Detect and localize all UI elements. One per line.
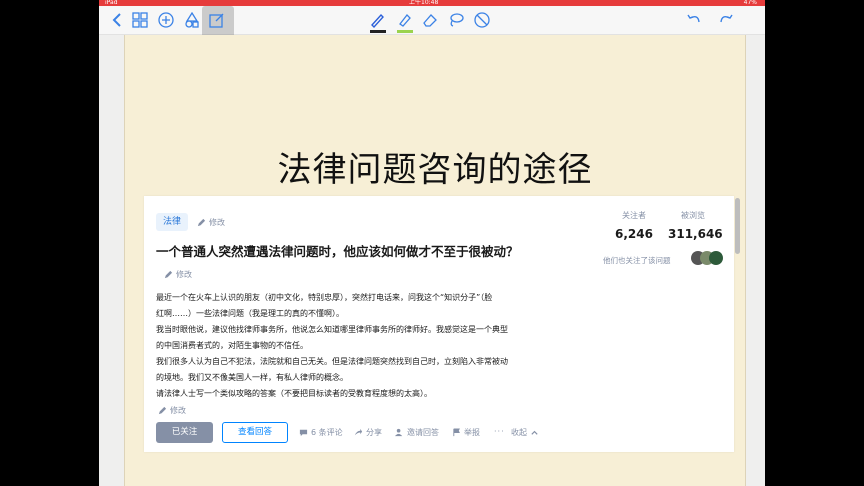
comments-label: 6 条评论	[311, 428, 343, 437]
comment-icon	[299, 429, 308, 437]
report-label: 举报	[464, 428, 480, 437]
share-label: 分享	[366, 428, 382, 437]
page-title: 法律问题咨询的途径	[277, 150, 593, 190]
avatar[interactable]	[709, 251, 723, 265]
lasso-icon[interactable]	[446, 10, 466, 30]
add-icon[interactable]	[156, 10, 176, 30]
description-line: 的中国消费者式的，对陌生事物的不信任。	[156, 341, 308, 350]
highlighter-icon[interactable]	[394, 10, 414, 33]
scrollbar[interactable]	[735, 198, 740, 254]
redo-icon[interactable]	[716, 10, 736, 30]
pencil-icon	[158, 406, 167, 415]
followers-label: 关注者	[622, 211, 646, 220]
description-line: 的境地。我们又不像美国人一样，有私人律师的概念。	[156, 373, 348, 382]
edit-icon[interactable]	[207, 10, 227, 30]
pencil-icon	[164, 270, 173, 279]
views-label: 被浏览	[681, 211, 705, 220]
followers-stat: 关注者 6,246	[611, 210, 657, 241]
description-line: 请法律人士写一个类似攻略的答案（不要把目标读者的受教育程度想的太高）。	[156, 389, 432, 398]
shapes-icon[interactable]	[182, 10, 202, 30]
report-button[interactable]: 举报	[452, 427, 480, 438]
collapse-button[interactable]: 收起	[511, 427, 539, 438]
description-line: 最近一个在火车上认识的朋友（初中文化，特别忠厚），突然打电话来，问我这个“知识分…	[156, 293, 493, 302]
collapse-label: 收起	[511, 428, 527, 437]
edit-label: 修改	[170, 406, 186, 415]
description-line: 红啊……）一些法律问题（我是理工的真的不懂啊）。	[156, 309, 344, 318]
edit-label: 修改	[209, 218, 225, 227]
question-description: 最近一个在火车上认识的朋友（初中文化，特别忠厚），突然打电话来，问我这个“知识分…	[156, 290, 566, 402]
ipad-screen: iPad 上午10:48 47% 法律问题咨询的途径 法律 修改 关注者 6,2…	[99, 0, 765, 486]
topic-tag[interactable]: 法律	[156, 213, 189, 231]
follow-button[interactable]: 已关注	[156, 422, 213, 443]
comments-button[interactable]: 6 条评论	[299, 427, 343, 438]
notes-toolbar	[99, 6, 765, 40]
pencil-icon	[197, 218, 206, 227]
more-icon[interactable]: ···	[494, 427, 505, 436]
views-stat: 被浏览 311,646	[668, 210, 723, 241]
description-line: 我们很多人认为自己不犯法，法院就和自己无关。但是法律问题突然找到自己时，立刻陷入…	[156, 357, 508, 366]
edit-description-link[interactable]: 修改	[158, 405, 186, 416]
grid-icon[interactable]	[130, 10, 150, 30]
question-title[interactable]: 一个普通人突然遭遇法律问题时，他应该如何做才不至于很被动？	[156, 241, 596, 260]
followed-note[interactable]: 他们也关注了该问题	[603, 255, 671, 266]
description-line: 我当时眼他说，建议他找律师事务所，他说怎么知道哪里律师事务所的律师好。我感觉这是…	[156, 325, 508, 334]
chevron-up-icon	[531, 430, 538, 435]
views-count: 311,646	[668, 227, 723, 241]
edit-label: 修改	[176, 270, 192, 279]
edit-question-link[interactable]: 修改	[164, 269, 192, 280]
no-touch-icon[interactable]	[472, 10, 492, 30]
invite-label: 邀请回答	[407, 428, 439, 437]
flag-icon	[453, 428, 460, 437]
edit-topics-link[interactable]: 修改	[197, 217, 225, 228]
view-answers-button[interactable]: 查看回答	[222, 422, 288, 443]
question-card: 法律 修改 关注者 6,246 被浏览 311,646 他们也关注了该问题 一个…	[144, 196, 740, 452]
undo-icon[interactable]	[684, 10, 704, 30]
share-button[interactable]: 分享	[354, 427, 382, 438]
back-icon[interactable]	[107, 10, 127, 30]
invite-button[interactable]: 邀请回答	[395, 427, 439, 438]
followers-count: 6,246	[615, 227, 653, 241]
person-add-icon	[395, 428, 403, 437]
pen-icon[interactable]	[367, 10, 387, 33]
share-icon	[354, 428, 363, 436]
eraser-icon[interactable]	[420, 10, 440, 30]
